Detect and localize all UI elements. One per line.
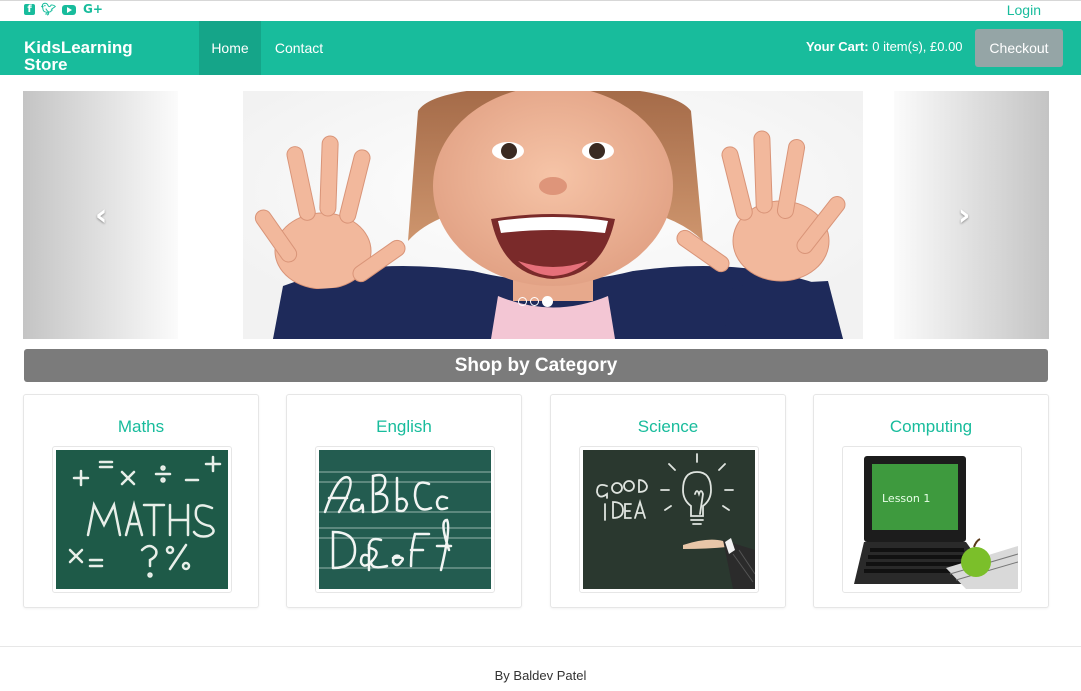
category-thumbnail-english[interactable] [315,446,495,593]
top-utility-bar: 🐦︎ G+ Login [0,0,1081,21]
brand-line1: KidsLearning [24,38,133,57]
login-link[interactable]: Login [1007,2,1041,18]
category-card-maths[interactable]: Maths [23,394,259,608]
hero-carousel: ‹ › [23,91,1049,339]
main-navbar: KidsLearning Store Home Contact Your Car… [0,21,1081,75]
social-links: 🐦︎ G+ [24,3,103,15]
facebook-icon[interactable] [24,4,35,15]
category-card-computing[interactable]: Computing Lesson 1 [813,394,1049,608]
category-title-maths[interactable]: Maths [24,417,258,437]
carousel-prev-icon[interactable]: ‹ [95,201,113,231]
youtube-icon[interactable] [62,4,76,15]
brand-line2: Store [24,55,68,74]
category-thumbnail-maths[interactable] [52,446,232,593]
carousel-slide-image [243,91,863,339]
category-thumbnail-computing[interactable]: Lesson 1 [842,446,1022,593]
footer-credit: By Baldev Patel [494,668,587,683]
carousel-indicator-2[interactable] [530,297,539,306]
google-plus-icon[interactable]: G+ [83,3,103,15]
brand-logo[interactable]: KidsLearning Store [24,39,154,73]
carousel-indicators [518,296,553,307]
english-chalkboard-image [319,450,491,589]
category-title-science[interactable]: Science [551,417,785,437]
cart-summary[interactable]: Your Cart: 0 item(s), £0.00 [806,39,963,54]
science-chalkboard-image [583,450,755,589]
category-thumbnail-science[interactable] [579,446,759,593]
category-card-science[interactable]: Science [550,394,786,608]
category-title-english[interactable]: English [287,417,521,437]
carousel-indicator-3[interactable] [542,296,553,307]
footer-divider [0,646,1081,647]
maths-chalkboard-image [56,450,228,589]
checkout-button[interactable]: Checkout [975,29,1063,67]
category-title-computing[interactable]: Computing [814,417,1048,437]
twitter-icon[interactable]: 🐦︎ [41,3,56,15]
svg-text:Lesson 1: Lesson 1 [882,492,930,505]
cart-label: Your Cart: [806,39,869,54]
nav-home[interactable]: Home [199,21,261,75]
category-card-english[interactable]: English [286,394,522,608]
cart-value: 0 item(s), £0.00 [868,39,963,54]
carousel-indicator-1[interactable] [518,297,527,306]
category-section-heading: Shop by Category [24,349,1048,382]
carousel-next-icon[interactable]: › [958,201,976,231]
computing-laptop-image: Lesson 1 [846,450,1018,589]
nav-contact[interactable]: Contact [261,21,337,75]
